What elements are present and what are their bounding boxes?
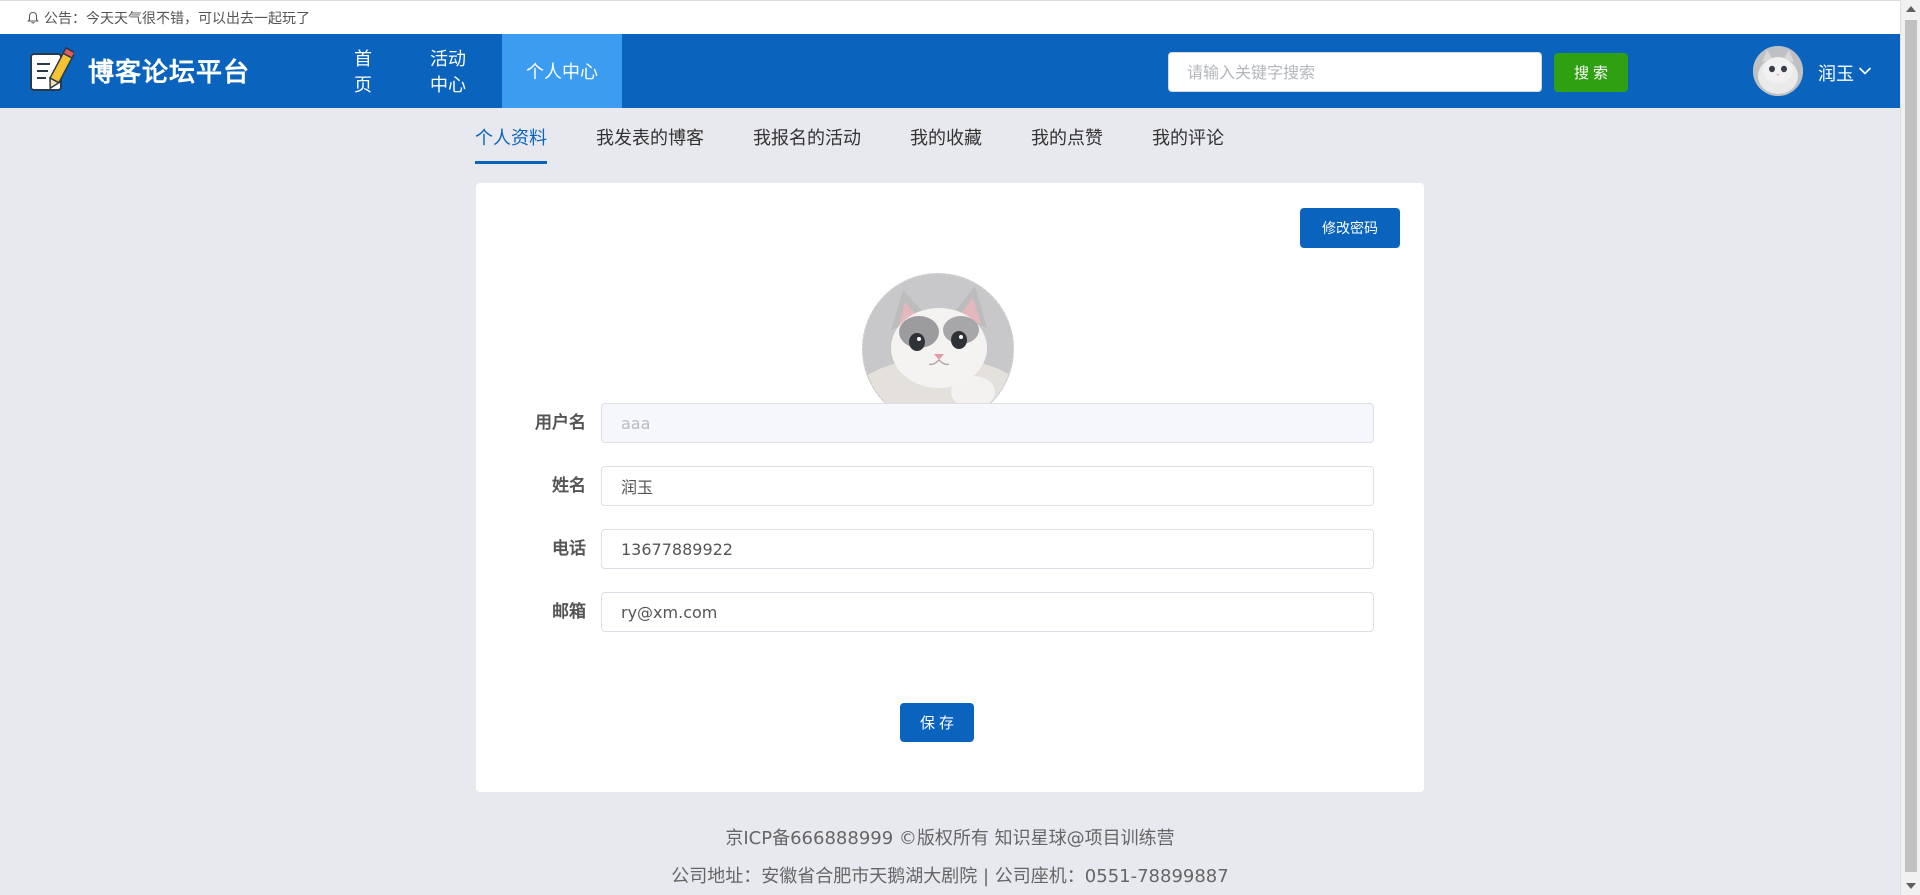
nav-item-home[interactable]: 首页 <box>330 34 406 108</box>
blog-logo-icon <box>30 46 74 91</box>
search-input[interactable] <box>1168 52 1542 92</box>
tab-my-blogs[interactable]: 我发表的博客 <box>596 108 704 166</box>
site-title: 博客论坛平台 <box>88 58 251 88</box>
notice-text: 公告：今天天气很不错，可以出去一起玩了 <box>44 10 310 27</box>
tab-profile[interactable]: 个人资料 <box>475 108 547 166</box>
form-row-name: 姓名 <box>476 466 1424 506</box>
profile-tabs: 个人资料 我发表的博客 我报名的活动 我的收藏 我的点赞 我的评论 <box>475 108 1273 166</box>
notice-bar: 公告：今天天气很不错，可以出去一起玩了 <box>0 0 1900 34</box>
phone-field[interactable] <box>601 529 1374 569</box>
scroll-thumb[interactable] <box>1905 20 1917 872</box>
page-scrollbar[interactable] <box>1900 0 1920 895</box>
form-row-username: 用户名 <box>476 403 1424 443</box>
username-field <box>601 403 1374 443</box>
main-nav: 首页 活动中心 个人中心 <box>330 34 622 108</box>
phone-label: 电话 <box>552 539 586 559</box>
form-row-email: 邮箱 <box>476 592 1424 632</box>
scroll-up-arrow[interactable] <box>1906 6 1916 12</box>
change-password-button[interactable]: 修改密码 <box>1300 208 1400 248</box>
user-avatar[interactable] <box>1753 46 1803 96</box>
nav-item-personal-center[interactable]: 个人中心 <box>502 34 622 108</box>
chevron-down-icon[interactable] <box>1858 66 1872 76</box>
scroll-down-arrow[interactable] <box>1906 883 1916 889</box>
email-label: 邮箱 <box>552 602 586 622</box>
search-button[interactable]: 搜索 <box>1554 53 1628 92</box>
footer-copyright: 京ICP备666888999 ©版权所有 知识星球@项目训练营 <box>725 828 1175 849</box>
save-button[interactable]: 保存 <box>900 703 974 742</box>
nav-item-activity-center[interactable]: 活动中心 <box>406 34 502 108</box>
email-field[interactable] <box>601 592 1374 632</box>
name-label: 姓名 <box>552 476 586 496</box>
top-header: 博客论坛平台 首页 活动中心 个人中心 搜索 润玉 <box>0 34 1900 108</box>
tab-my-activities[interactable]: 我报名的活动 <box>753 108 861 166</box>
tab-my-likes[interactable]: 我的点赞 <box>1031 108 1103 166</box>
user-avatar-image <box>1753 46 1803 96</box>
username-label: 用户名 <box>535 413 586 433</box>
form-row-phone: 电话 <box>476 529 1424 569</box>
user-name[interactable]: 润玉 <box>1818 60 1854 86</box>
profile-card: 修改密码 用户名 姓名 电话 <box>476 183 1424 792</box>
bell-icon <box>27 11 39 24</box>
tab-my-comments[interactable]: 我的评论 <box>1152 108 1224 166</box>
footer-address: 公司地址：安徽省合肥市天鹅湖大剧院 | 公司座机：0551-78899887 <box>671 866 1229 887</box>
name-field[interactable] <box>601 466 1374 506</box>
tab-my-favorites[interactable]: 我的收藏 <box>910 108 982 166</box>
